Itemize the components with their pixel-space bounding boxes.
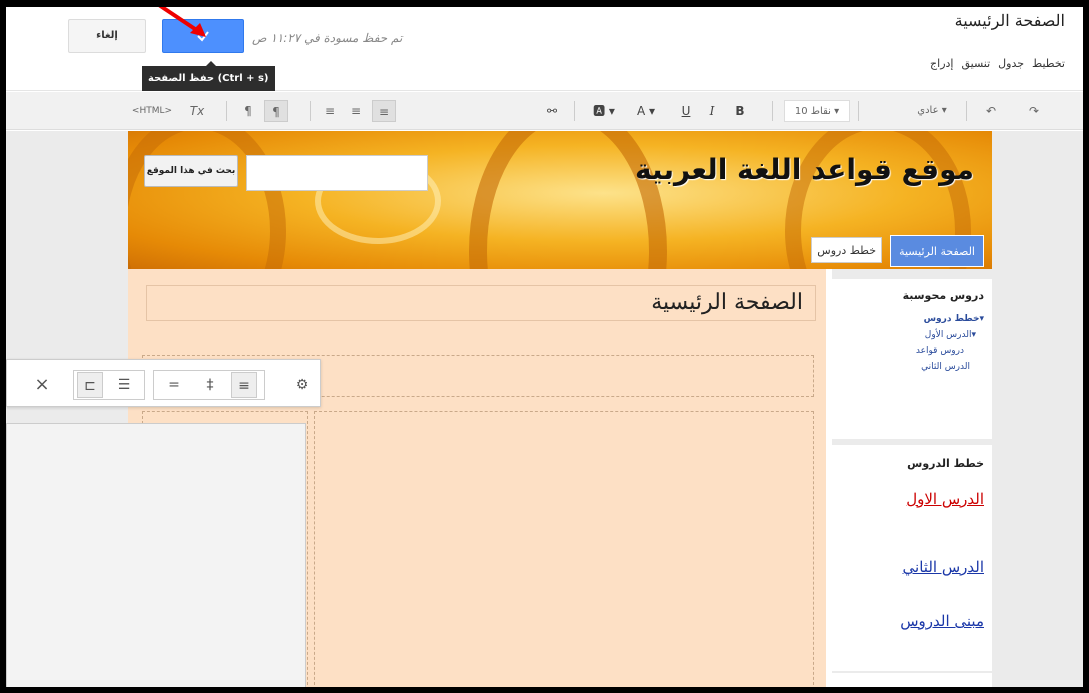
lesson-link-first[interactable]: الدرس الاول <box>840 490 984 508</box>
bold-button[interactable]: B <box>728 100 752 122</box>
draft-status: تم حفظ مسودة في ١١:٢٧ ص <box>252 31 403 45</box>
site-search-button[interactable]: بحث في هذا الموقع <box>144 155 238 187</box>
site-sidebar: دروس محوسبة ▾خطط دروس ▾الدرس الأول دروس … <box>832 269 992 687</box>
wrap-off-icon[interactable]: ⊏ <box>77 372 103 398</box>
close-icon[interactable]: × <box>29 372 55 398</box>
sidebar-nav-box: دروس محوسبة ▾خطط دروس ▾الدرس الأول دروس … <box>832 279 992 439</box>
underline-button[interactable]: U <box>674 100 698 122</box>
editor-header: الصفحة الرئيسية إدراج تنسيق جدول تخطيط إ… <box>6 7 1083 91</box>
site-search-input[interactable] <box>246 155 428 191</box>
side-panel <box>6 423 306 687</box>
font-size-value: 10 نقاط <box>794 106 831 117</box>
nav-home[interactable]: الصفحة الرئيسية <box>890 235 984 267</box>
lesson-link-structure[interactable]: مبنى الدروس <box>840 612 984 630</box>
clear-format-icon[interactable]: Tx <box>182 100 212 122</box>
sidebar-link[interactable]: ▾خطط دروس <box>840 314 984 324</box>
style-select[interactable]: عادي ▾ <box>904 100 960 122</box>
style-select-value: عادي <box>917 105 939 116</box>
editor-menu: إدراج تنسيق جدول تخطيط <box>930 57 1065 70</box>
sidebar-heading: دروس محوسبة <box>902 289 984 302</box>
undo-icon[interactable]: ↶ <box>976 100 1006 122</box>
html-button[interactable]: <HTML> <box>130 100 174 122</box>
site-banner: موقع قواعد اللغة العربية بحث في هذا المو… <box>128 131 992 269</box>
image-toolbar: ⚙ ≡ ‡ = ⊏ ☰ × <box>6 359 321 407</box>
align-center-icon[interactable]: ‡ <box>197 372 223 398</box>
sidebar-link[interactable]: الدرس الثاني <box>840 362 970 372</box>
format-toolbar: ↷ ↶ عادي ▾ 10 نقاط ▾ B I U A ▾ 🅰 ▾ ⚯ ≡ ≡… <box>6 92 1083 130</box>
cancel-button[interactable]: إلغاء <box>68 19 146 53</box>
gear-icon[interactable]: ⚙ <box>289 372 315 398</box>
align-left-icon[interactable]: ≡ <box>318 100 342 122</box>
lesson-link-second[interactable]: الدرس الثاني <box>840 558 984 576</box>
align-left-icon[interactable]: = <box>161 372 187 398</box>
page-title: الصفحة الرئيسية <box>954 11 1065 30</box>
menu-item-table[interactable]: جدول <box>998 57 1024 70</box>
menu-item-insert[interactable]: إدراج <box>930 57 953 70</box>
editor-canvas: موقع قواعد اللغة العربية بحث في هذا المو… <box>6 131 1083 687</box>
ltr-direction-icon[interactable]: ¶ <box>236 100 260 122</box>
link-icon[interactable]: ⚯ <box>536 100 568 122</box>
content-title[interactable]: الصفحة الرئيسية <box>146 285 816 321</box>
content-block[interactable] <box>314 411 814 687</box>
lesson-plans-box: خطط الدروس الدرس الاول الدرس الثاني مبنى… <box>832 445 992 671</box>
sidebar-heading: خطط الدروس <box>907 457 984 470</box>
font-size-select[interactable]: 10 نقاط ▾ <box>784 100 850 122</box>
rtl-direction-icon[interactable]: ¶ <box>264 100 288 122</box>
menu-item-format[interactable]: تنسيق <box>961 57 990 70</box>
align-right-icon[interactable]: ≡ <box>372 100 396 122</box>
site-title: موقع قواعد اللغة العربية <box>635 153 974 186</box>
italic-button[interactable]: I <box>700 100 724 122</box>
save-tooltip: حفظ الصفحة (Ctrl + s) <box>142 61 275 91</box>
sidebar-link[interactable]: دروس قواعد <box>840 346 964 356</box>
sidebar-empty-box <box>832 673 992 687</box>
pointer-arrow-icon <box>158 7 206 37</box>
nav-lesson-plans[interactable]: خطط دروس <box>811 237 882 263</box>
highlight-color-button[interactable]: 🅰 ▾ <box>584 100 624 122</box>
wrap-on-icon[interactable]: ☰ <box>111 372 137 398</box>
redo-icon[interactable]: ↷ <box>1016 100 1052 122</box>
align-center-icon[interactable]: ≡ <box>344 100 368 122</box>
app-window: الصفحة الرئيسية إدراج تنسيق جدول تخطيط إ… <box>0 0 1089 693</box>
text-color-button[interactable]: A ▾ <box>626 100 666 122</box>
align-right-icon[interactable]: ≡ <box>231 372 257 398</box>
menu-item-layout[interactable]: تخطيط <box>1032 57 1065 70</box>
sidebar-link[interactable]: ▾الدرس الأول <box>840 330 976 340</box>
